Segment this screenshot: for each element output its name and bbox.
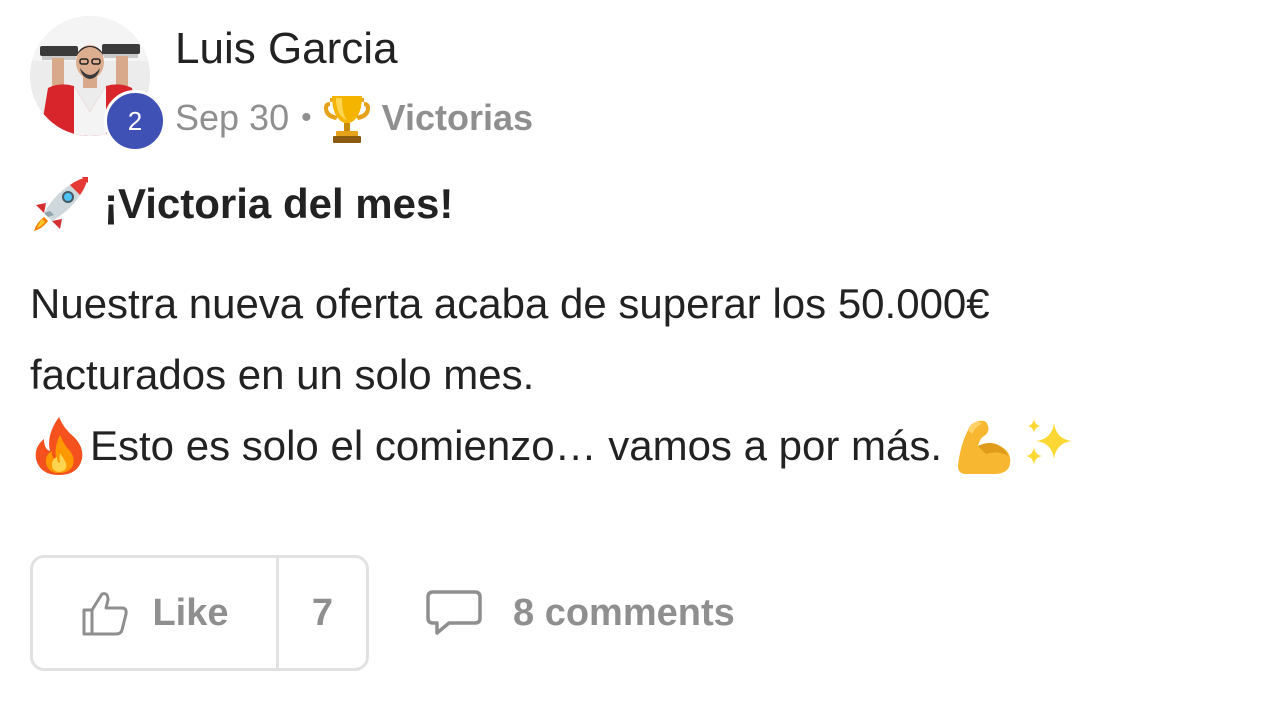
post-card: 2 Luis Garcia Sep 30 • Victorias ¡Victor…: [0, 0, 1284, 710]
like-label: Like: [152, 591, 229, 634]
trophy-icon: [323, 96, 370, 143]
level-badge: 2: [104, 90, 166, 152]
post-title: ¡Victoria del mes!: [30, 172, 453, 236]
like-count[interactable]: 7: [279, 558, 366, 668]
post-date[interactable]: Sep 30: [175, 97, 289, 139]
meta-separator: •: [301, 101, 312, 134]
like-group: Like 7: [30, 555, 369, 671]
post-body: Nuestra nueva oferta acaba de superar lo…: [30, 268, 1230, 481]
thumbs-up-icon: [82, 592, 129, 636]
comments-button[interactable]: 8 comments: [425, 588, 735, 638]
comments-label: 8 comments: [513, 591, 735, 634]
flexed-biceps-icon: [958, 420, 1011, 474]
author-avatar-wrapper[interactable]: 2: [30, 16, 166, 152]
author-name[interactable]: Luis Garcia: [175, 24, 398, 74]
body-line-emoji: Esto es solo el comienzo… vamos a por má…: [30, 410, 1230, 481]
category-link[interactable]: Victorias: [382, 97, 533, 139]
fire-icon: [35, 416, 83, 475]
sparkles-icon: [1026, 418, 1073, 465]
comment-icon: [426, 590, 482, 635]
body-line: facturados en un solo mes.: [30, 351, 535, 398]
like-button[interactable]: Like: [33, 558, 279, 668]
post-actions: Like 7 8 comments: [30, 553, 735, 673]
body-line-text: Esto es solo el comienzo… vamos a por má…: [90, 422, 943, 469]
rocket-icon: [34, 177, 88, 231]
post-title-text: ¡Victoria del mes!: [104, 180, 454, 227]
post-meta: Sep 30 • Victorias: [175, 92, 533, 144]
body-line: Nuestra nueva oferta acaba de superar lo…: [30, 280, 990, 327]
